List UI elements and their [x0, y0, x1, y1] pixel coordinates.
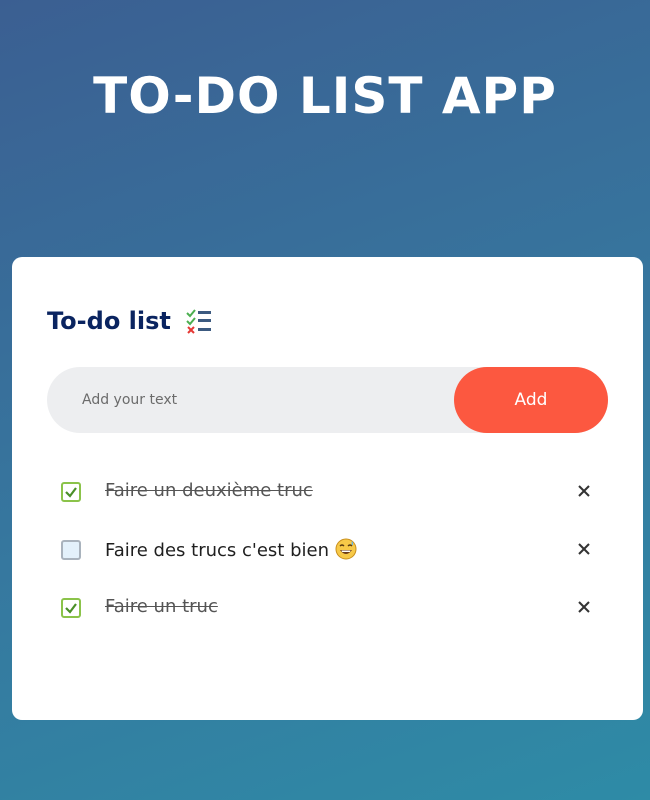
todo-checkbox[interactable]	[61, 540, 81, 560]
todo-item: Faire des trucs c'est bien	[12, 522, 643, 580]
add-todo-form: Add	[47, 367, 608, 433]
todo-list: Faire un deuxième truc Faire des trucs c…	[12, 464, 643, 638]
checklist-icon	[185, 308, 213, 334]
card-title: To-do list	[47, 307, 171, 335]
checkmark-icon	[65, 603, 77, 614]
close-icon	[578, 485, 590, 497]
todo-text: Faire des trucs c'est bien	[105, 540, 329, 561]
todo-text: Faire un truc	[105, 596, 218, 617]
checkmark-icon	[65, 487, 77, 498]
todo-text: Faire un deuxième truc	[105, 480, 313, 501]
grinning-sweat-face-icon	[335, 538, 357, 560]
todo-text-wrapper: Faire des trucs c'est bien	[105, 538, 357, 561]
add-button[interactable]: Add	[454, 367, 608, 433]
todo-checkbox[interactable]	[61, 598, 81, 618]
app-title: TO-DO LIST APP	[93, 67, 557, 125]
todo-card: To-do list Add Faire un deuxième tru	[12, 257, 643, 720]
delete-button[interactable]	[575, 595, 593, 619]
todo-item: Faire un deuxième truc	[12, 464, 643, 522]
close-icon	[578, 543, 590, 555]
todo-checkbox[interactable]	[61, 482, 81, 502]
todo-text-input[interactable]	[47, 367, 447, 433]
todo-item: Faire un truc	[12, 580, 643, 638]
close-icon	[578, 601, 590, 613]
delete-button[interactable]	[575, 479, 593, 503]
card-header: To-do list	[47, 307, 213, 335]
delete-button[interactable]	[575, 537, 593, 561]
